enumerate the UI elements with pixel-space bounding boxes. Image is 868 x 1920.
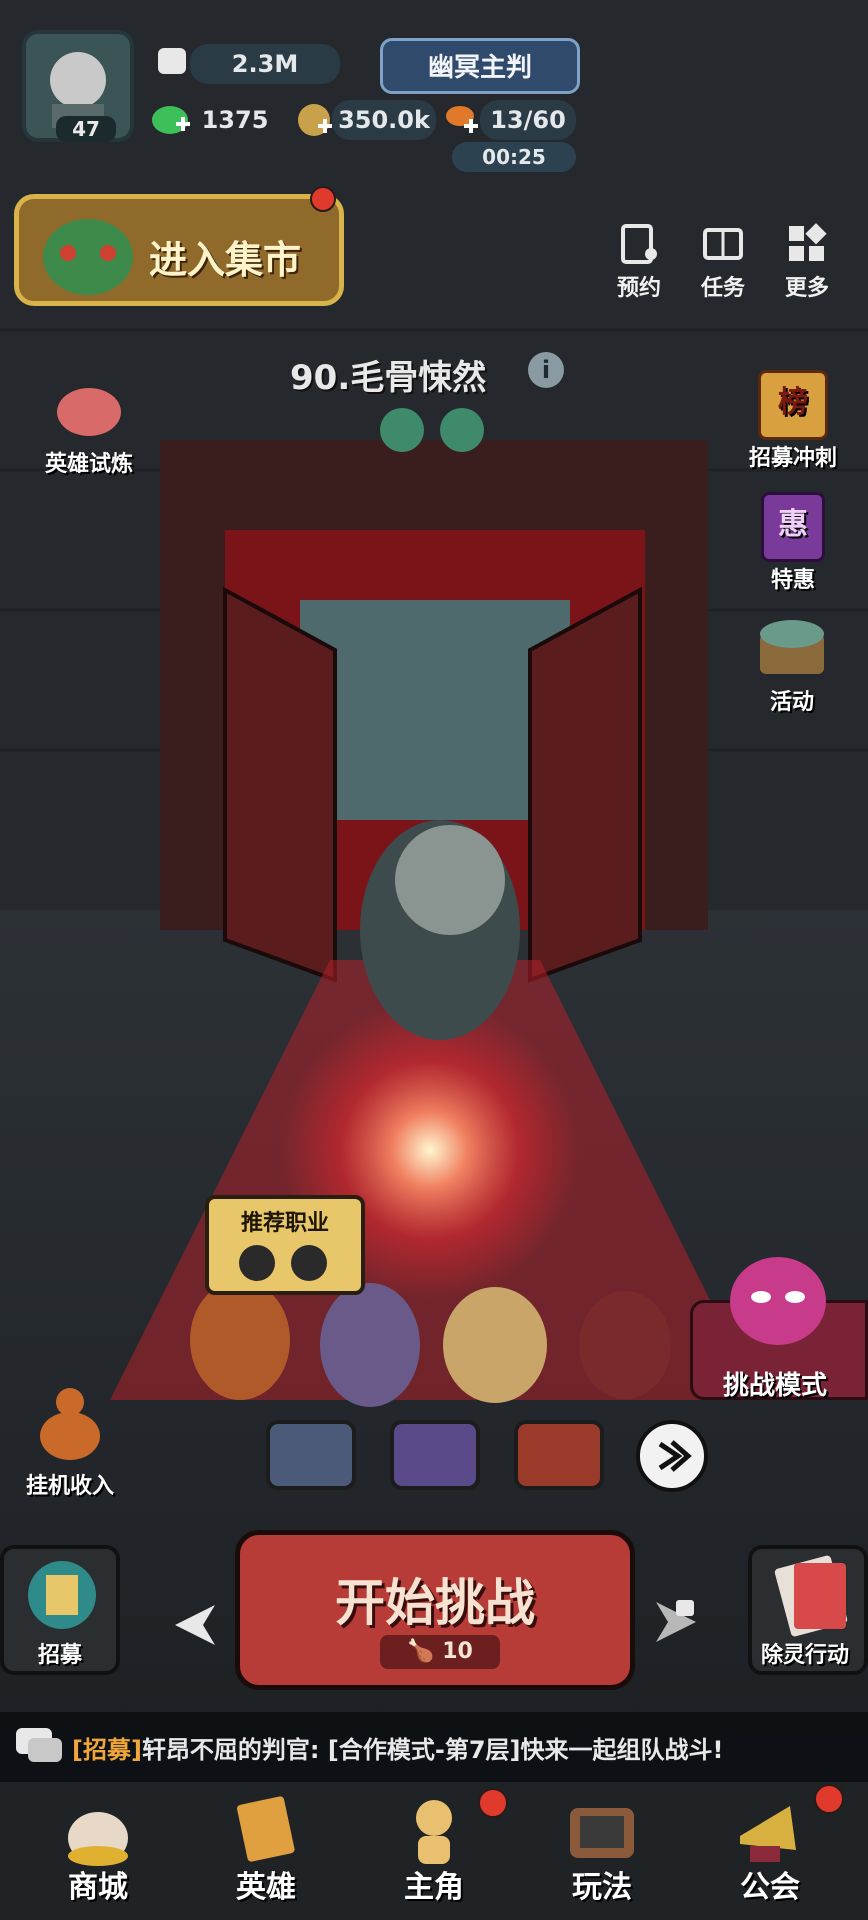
special-offer-button[interactable]: 惠 特惠	[738, 492, 848, 594]
recruit-sprint-label: 招募冲刺	[748, 446, 837, 471]
stamina-resource[interactable]: 13/60	[438, 100, 578, 140]
special-offer-label: 特惠	[770, 568, 815, 593]
chat-text: 轩昂不屈的判官: [合作模式-第7层]快来一起组队战斗!	[141, 1736, 724, 1764]
challenge-mode-button[interactable]: 挑战模式	[690, 1257, 868, 1401]
start-challenge-button[interactable]: 开始挑战 🍗 10	[235, 1530, 635, 1690]
protagonist-icon	[416, 1800, 452, 1864]
nav-protagonist-label: 主角	[404, 1870, 464, 1905]
recruit-scroll-icon	[28, 1561, 96, 1629]
hero-trial-button[interactable]: 英雄试炼	[34, 380, 144, 478]
stamina-timer: 00:25	[452, 142, 576, 172]
speed-toggle-icon[interactable]	[634, 1418, 710, 1494]
tv-icon	[570, 1808, 634, 1858]
idle-income-label: 挂机收入	[25, 1474, 114, 1499]
drumstick-icon: 🍗	[407, 1639, 443, 1664]
player-title[interactable]: 幽冥主判	[380, 38, 580, 94]
horn-icon	[740, 1806, 796, 1862]
nav-heroes-label: 英雄	[236, 1870, 296, 1905]
discount-badge-icon: 惠	[761, 492, 825, 562]
jade-resource[interactable]: 1375	[150, 100, 286, 140]
treasure-chest-icon	[760, 620, 824, 674]
market-notification-dot	[310, 186, 336, 212]
market-label: 进入集市	[149, 238, 302, 282]
chest-purple-icon[interactable]	[390, 1420, 480, 1490]
activity-label: 活动	[769, 690, 814, 715]
hero-scroll-icon	[237, 1796, 295, 1862]
stage-title: 90.毛骨悚然	[290, 358, 487, 398]
activity-button[interactable]: 活动	[732, 610, 852, 716]
chat-tag: [招募]	[72, 1736, 142, 1764]
enter-market-button[interactable]: 进入集市	[14, 194, 344, 306]
start-cost-value: 10	[442, 1639, 473, 1664]
more-label: 更多	[784, 276, 829, 301]
chat-bubble-icon	[16, 1728, 62, 1762]
nav-shop[interactable]: 商城	[14, 1782, 182, 1920]
recruit-sprint-button[interactable]: 榜 招募冲刺	[728, 370, 858, 472]
nav-gameplay[interactable]: 玩法	[518, 1782, 686, 1920]
chat-ticker[interactable]: [招募]轩昂不屈的判官: [合作模式-第7层]快来一起组队战斗!	[0, 1712, 868, 1782]
start-cost: 🍗 10	[380, 1635, 500, 1669]
jade-value: 1375	[201, 106, 269, 134]
rank-badge-icon: 榜	[758, 370, 828, 440]
book-icon	[703, 228, 743, 260]
demon-mask-icon	[730, 1257, 826, 1345]
coin-resource[interactable]: 350.0k	[296, 100, 436, 140]
more-button[interactable]: 更多	[772, 222, 842, 302]
coin-plus-icon	[298, 104, 332, 136]
chat-message: [招募]轩昂不屈的判官: [合作模式-第7层]快来一起组队战斗!	[72, 1730, 723, 1765]
reservation-label: 预约	[616, 276, 661, 301]
stamina-value: 13/60	[480, 100, 576, 140]
guild-notification-dot	[814, 1784, 844, 1814]
chest-blue-icon[interactable]	[266, 1420, 356, 1490]
exorcism-cards-icon	[774, 1555, 848, 1637]
shop-cat-icon	[68, 1812, 128, 1866]
fist-icon	[158, 48, 186, 74]
stage-buff-icons	[380, 408, 484, 452]
nav-gameplay-label: 玩法	[572, 1870, 632, 1905]
coin-value: 350.0k	[332, 100, 436, 140]
power-value: 2.3M	[190, 44, 340, 84]
challenge-mode-label: 挑战模式	[723, 1371, 828, 1401]
nav-guild-label: 公会	[740, 1870, 800, 1905]
recommended-job-label: 推荐职业	[240, 1211, 329, 1236]
nav-shop-label: 商城	[68, 1870, 128, 1905]
protagonist-notification-dot	[478, 1788, 508, 1818]
chest-fire-icon[interactable]	[514, 1420, 604, 1490]
nav-heroes[interactable]: 英雄	[182, 1782, 350, 1920]
grid-icon	[789, 223, 827, 261]
tasks-label: 任务	[700, 276, 745, 301]
exorcism-button[interactable]: 除灵行动	[748, 1545, 868, 1675]
piggy-bank-icon	[57, 388, 121, 436]
hero-trial-label: 英雄试炼	[44, 452, 133, 477]
player-level: 47	[56, 116, 116, 142]
exorcism-label: 除灵行动	[760, 1643, 849, 1668]
idle-income-button[interactable]: 挂机收入	[10, 1380, 130, 1500]
recommended-job-panel: 推荐职业	[205, 1195, 365, 1295]
clipboard-icon	[621, 224, 657, 264]
bottom-navigation: 商城 英雄 主角 玩法 公会	[0, 1782, 868, 1920]
jade-plus-icon	[152, 106, 190, 134]
recruit-button[interactable]: 招募	[0, 1545, 120, 1675]
reservation-button[interactable]: 预约	[604, 222, 674, 302]
recruit-label: 招募	[37, 1643, 82, 1668]
arrow-left-icon[interactable]	[165, 1595, 225, 1655]
job-class-icons	[239, 1245, 327, 1281]
market-lantern-icon	[43, 219, 133, 295]
tasks-button[interactable]: 任务	[688, 222, 758, 302]
arrow-right-locked-icon[interactable]	[646, 1592, 706, 1652]
drumstick-plus-icon	[446, 106, 478, 133]
player-avatar[interactable]: 47	[22, 30, 134, 142]
gourd-icon	[40, 1388, 100, 1460]
stage-info-button[interactable]: i	[528, 352, 564, 388]
power-display: 2.3M	[150, 44, 350, 84]
start-challenge-label: 开始挑战	[335, 1574, 535, 1632]
